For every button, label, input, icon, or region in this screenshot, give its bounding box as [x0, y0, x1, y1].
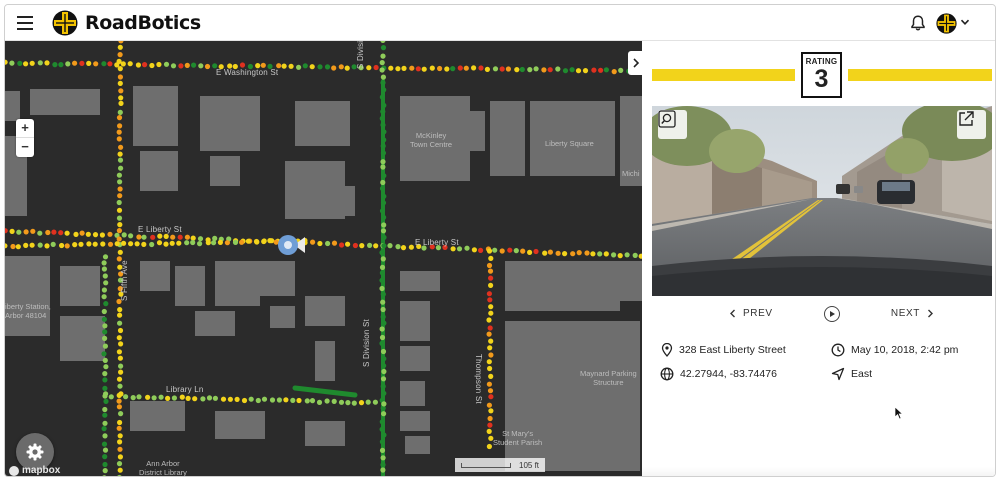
coordinates-row: 42.27944, -83.74476 [660, 367, 777, 381]
brand[interactable]: RoadBotics [52, 10, 201, 36]
datetime-row: May 10, 2018, 2:42 pm [831, 343, 958, 357]
road-label-library-lane: Library Ln [166, 385, 204, 394]
play-button[interactable] [823, 305, 840, 322]
prev-label: PREV [743, 308, 773, 319]
rating-stripe-left [652, 69, 795, 81]
roadbotics-avatar-icon[interactable] [936, 13, 957, 34]
road-label-thompson: Thompson St [474, 354, 483, 404]
gear-icon [26, 443, 44, 461]
rating-value: 3 [814, 65, 829, 93]
street-photo [652, 106, 992, 296]
poi-label-station: iberty Station, Arbor 48104 [5, 302, 51, 320]
direction-text: East [851, 368, 873, 380]
prev-button[interactable]: PREV [729, 308, 773, 319]
zoom-in-button[interactable]: + [16, 119, 34, 138]
zoom-out-button[interactable]: − [16, 138, 34, 157]
map-scale: 105 ft [455, 458, 545, 472]
direction-row: East [831, 367, 872, 381]
road-label-division-south: S Division St [362, 319, 371, 367]
datetime-text: May 10, 2018, 2:42 pm [851, 344, 959, 356]
next-button[interactable]: NEXT [891, 308, 934, 319]
street-image[interactable] [652, 106, 992, 296]
bell-icon[interactable] [909, 14, 927, 32]
chevron-left-icon [730, 309, 735, 318]
roadbotics-logo-icon [52, 10, 78, 36]
location-pin-icon [661, 343, 673, 357]
chevron-right-icon [632, 58, 639, 68]
magnify-icon [658, 110, 676, 128]
road-label-liberty-west: E Liberty St [138, 225, 182, 234]
zoom-image-button[interactable] [658, 110, 687, 139]
panel-bottom-edge [642, 467, 995, 476]
direction-arrow-icon [831, 367, 845, 381]
rating-badge: RATING 3 [801, 52, 842, 98]
hamburger-menu-icon[interactable] [17, 16, 33, 30]
globe-icon [660, 367, 674, 381]
map-canvas [5, 41, 642, 476]
open-external-button[interactable] [957, 110, 986, 139]
clock-icon [831, 343, 845, 357]
image-navigation: PREV NEXT [684, 297, 966, 330]
scale-bar [461, 462, 511, 468]
mapbox-logo-icon [9, 465, 19, 476]
road-label-division-north: S Division St [356, 41, 365, 69]
poi-label-michigan: Michi [622, 169, 640, 178]
camera-position-marker [278, 235, 305, 255]
mapbox-text: mapbox [22, 465, 61, 476]
top-navigation-bar: RoadBotics [5, 5, 995, 41]
play-icon [829, 310, 835, 317]
poi-label-maynard: Maynard Parking Structure [580, 369, 637, 387]
coordinates-text: 42.27944, -83.74476 [680, 368, 777, 380]
chevron-right-icon [928, 309, 933, 318]
poi-label-mckinley: McKinley Town Centre [410, 131, 453, 149]
address-text: 328 East Liberty Street [679, 344, 786, 356]
brand-name: RoadBotics [85, 12, 201, 34]
chevron-down-icon[interactable] [960, 17, 970, 27]
poi-label-liberty-square: Liberty Square [545, 139, 594, 148]
segment-detail-panel: RATING 3 PREV NEXT 328 East Liberty Stre… [642, 41, 995, 476]
poi-label-library: Ann Arbor District Library [139, 459, 187, 477]
poi-label-st-marys: St Mary's Student Parish [493, 429, 543, 447]
address-row: 328 East Liberty Street [661, 343, 786, 357]
road-label-washington: E Washington St [216, 68, 279, 77]
mouse-cursor-icon [894, 406, 904, 420]
scale-text: 105 ft [519, 460, 540, 470]
road-rating-map[interactable]: E Washington St E Liberty St E Liberty S… [5, 41, 642, 477]
zoom-control: + − [16, 119, 34, 157]
road-label-fifth-ave: S Fifth Ave [120, 260, 129, 301]
next-label: NEXT [890, 308, 920, 319]
rating-stripe-right [848, 69, 992, 81]
external-link-icon [959, 111, 974, 126]
collapse-panel-button[interactable] [628, 51, 642, 75]
mapbox-attribution[interactable]: mapbox [9, 465, 60, 476]
app-window: RoadBotics E Washington St E Liberty St … [4, 4, 996, 477]
road-label-liberty-east: E Liberty St [415, 238, 459, 247]
